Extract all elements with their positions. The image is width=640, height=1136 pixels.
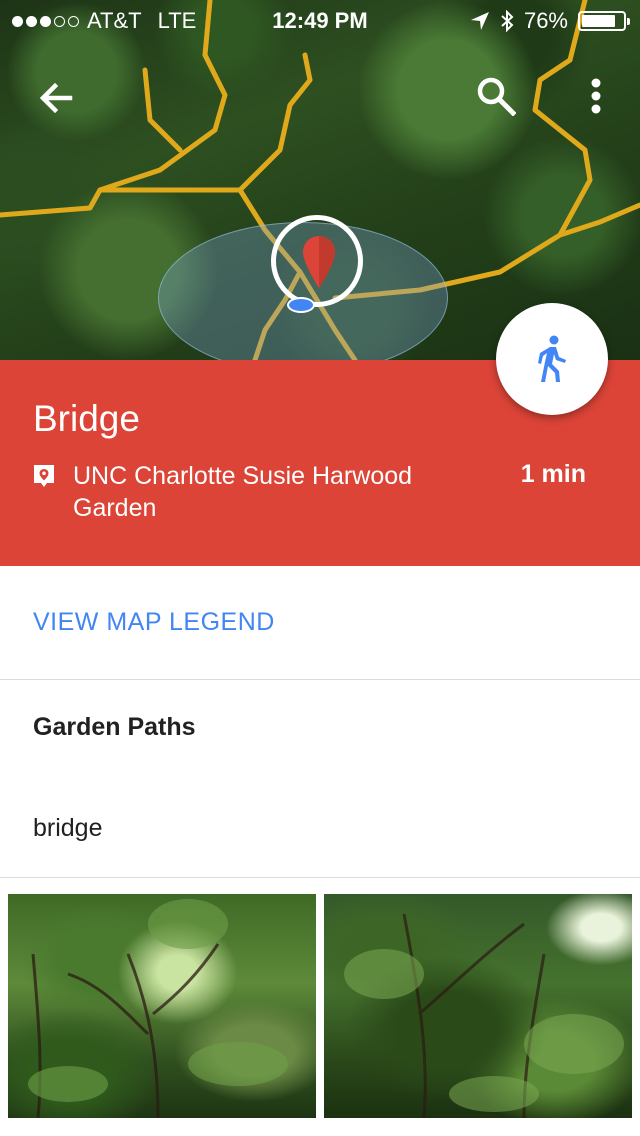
- my-location-dot: [287, 297, 315, 313]
- divider: [0, 679, 640, 680]
- section-title: Garden Paths: [33, 713, 196, 741]
- photo-foliage: [344, 913, 624, 1118]
- place-photo[interactable]: [324, 894, 632, 1118]
- divider: [0, 877, 640, 878]
- back-button[interactable]: [30, 72, 82, 124]
- more-options-button[interactable]: [572, 70, 620, 122]
- status-bar: AT&T LTE 12:49 PM 76%: [0, 0, 640, 40]
- battery-icon: [578, 11, 630, 31]
- map-pin-icon[interactable]: [303, 236, 335, 288]
- more-vertical-icon: [591, 78, 601, 114]
- bluetooth-icon: [501, 10, 514, 32]
- battery-percent: 76%: [523, 8, 568, 33]
- place-description: bridge: [33, 814, 103, 842]
- walking-directions-button[interactable]: [496, 303, 608, 415]
- view-map-legend-link[interactable]: VIEW MAP LEGEND: [33, 608, 275, 637]
- arrow-left-icon: [39, 82, 73, 114]
- place-photo[interactable]: [8, 894, 316, 1118]
- location-pin-icon: [34, 465, 54, 487]
- search-icon: [477, 77, 516, 116]
- search-button[interactable]: [470, 70, 522, 122]
- photo-foliage: [28, 899, 288, 1118]
- place-title: Bridge: [33, 398, 140, 439]
- walking-icon: [538, 335, 566, 382]
- location-services-icon: [470, 12, 489, 30]
- travel-time: 1 min: [520, 460, 586, 488]
- place-location: UNC Charlotte Susie Harwood Garden: [73, 462, 413, 522]
